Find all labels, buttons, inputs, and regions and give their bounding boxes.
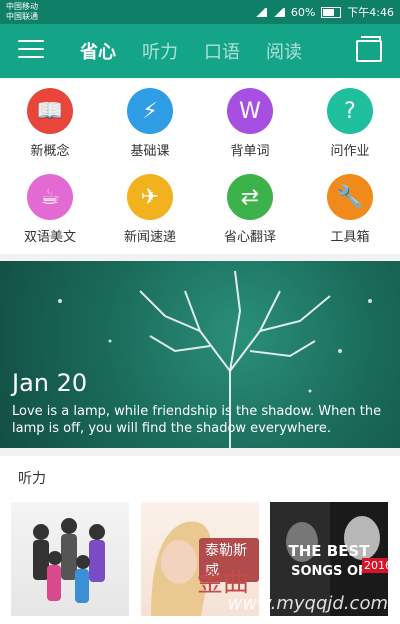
banner-quote: Love is a lamp, while friendship is the …: [12, 404, 382, 436]
menu-button[interactable]: [18, 40, 44, 60]
grid-item-vocabulary[interactable]: W 背单词: [200, 88, 300, 159]
grid-item-translate[interactable]: ⇄ 省心翻译: [200, 174, 300, 245]
feature-grid: 📖 新概念 ⚡ 基础课 W 背单词 ? 问作业 ☕ 双语美文 ✈ 新闻速递 ⇄ …: [0, 78, 400, 254]
carrier-info: 中国移动 中国联通: [6, 2, 38, 22]
hamburger-icon: [18, 48, 44, 50]
section-title: 听力: [18, 471, 46, 487]
cup-icon: ☕: [27, 174, 73, 220]
status-icons: 60% 下午4:46: [254, 4, 394, 20]
tab-shengxin[interactable]: 省心: [80, 38, 116, 64]
group-photo-illustration: [33, 518, 105, 603]
hamburger-icon: [18, 40, 44, 42]
grid-label: 省心翻译: [223, 230, 276, 245]
grid-item-new-concept[interactable]: 📖 新概念: [0, 88, 100, 159]
grid-item-basic-course[interactable]: ⚡ 基础课: [100, 88, 200, 159]
messages-icon[interactable]: [356, 36, 382, 62]
lightning-icon: ⚡: [127, 88, 173, 134]
tab-reading[interactable]: 阅读: [266, 38, 302, 64]
grid-label: 双语美文: [23, 230, 76, 245]
listening-card-group-photo[interactable]: [11, 502, 129, 616]
battery-percent: 60%: [290, 5, 316, 19]
signal-icon: [254, 7, 267, 17]
carrier-label: 中国联通: [6, 12, 38, 21]
year-badge: 2016: [362, 558, 388, 573]
banner-date: Jan 20: [12, 369, 88, 397]
grid-item-bilingual-essays[interactable]: ☕ 双语美文: [0, 174, 100, 245]
help-icon: ?: [327, 88, 373, 134]
clock: 下午4:46: [347, 6, 394, 19]
listening-section: 听力 泰勒斯威 金曲 THE BEST SONGS OF 2016 ww: [0, 456, 400, 624]
app-bar: 省心 听力 口语 阅读: [0, 24, 400, 78]
translate-icon: ⇄: [227, 174, 273, 220]
grid-item-toolbox[interactable]: 🔧 工具箱: [300, 174, 400, 245]
grid-item-homework[interactable]: ? 问作业: [300, 88, 400, 159]
battery-icon: [321, 6, 342, 18]
tab-listening[interactable]: 听力: [142, 38, 178, 64]
word-icon: W: [227, 88, 273, 134]
daily-quote-banner[interactable]: Jan 20 Love is a lamp, while friendship …: [0, 261, 400, 448]
watermark: www.myqqjd.com: [227, 593, 388, 614]
carrier-label: 中国移动: [6, 2, 38, 11]
tools-icon: 🔧: [327, 174, 373, 220]
status-bar: 中国移动 中国联通 60% 下午4:46: [0, 0, 400, 24]
plane-icon: ✈: [127, 174, 173, 220]
book-icon: 📖: [27, 88, 73, 134]
grid-label: 工具箱: [330, 230, 370, 245]
grid-label: 背单词: [230, 144, 270, 159]
signal-icon: [272, 7, 285, 17]
tab-speaking[interactable]: 口语: [204, 38, 240, 64]
grid-label: 基础课: [130, 144, 170, 159]
grid-item-news[interactable]: ✈ 新闻速递: [100, 174, 200, 245]
grid-label: 问作业: [330, 144, 370, 159]
grid-label: 新闻速递: [123, 230, 176, 245]
grid-label: 新概念: [30, 144, 70, 159]
hamburger-icon: [18, 56, 44, 58]
top-tabs: 省心 听力 口语 阅读: [80, 24, 302, 78]
